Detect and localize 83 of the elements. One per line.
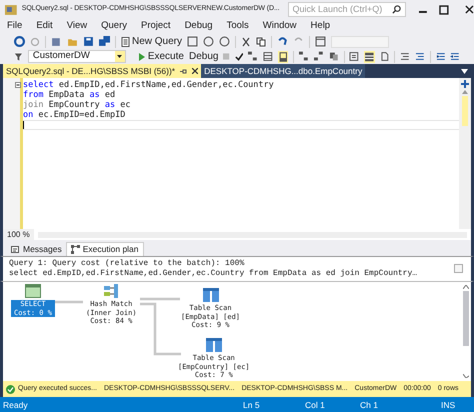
scrollbar-thumb[interactable] — [462, 96, 468, 126]
table-scan-icon — [206, 338, 222, 352]
status-char: Ch 1 — [360, 399, 378, 412]
success-check-icon — [6, 384, 15, 394]
status-state: Ready — [3, 399, 28, 412]
maximize-icon[interactable] — [439, 4, 450, 14]
document-tab[interactable]: SQLQuery2.sql - DE...HG\SBSS MSBI (56))* — [3, 64, 202, 78]
query-text: select ed.EmpID,ed.FirstName,ed.Gender,ec.Country from EmpData as ed join EmpCountry… — [9, 269, 418, 279]
new-query-button[interactable]: New Query — [121, 34, 182, 49]
new-project-icon[interactable] — [51, 36, 62, 47]
copy-icon[interactable] — [328, 51, 339, 62]
quick-launch-field[interactable]: Quick Launch (Ctrl+Q) — [288, 2, 406, 17]
document-icon — [121, 36, 130, 46]
hash-match-icon — [103, 284, 120, 298]
grid-results-icon[interactable] — [364, 50, 375, 62]
results-pane-icon[interactable] — [278, 50, 288, 62]
plan-icon[interactable] — [314, 51, 324, 62]
save-icon[interactable] — [83, 36, 94, 47]
indent-icon[interactable] — [436, 51, 446, 62]
menu-item[interactable]: Help — [310, 19, 330, 34]
code-line: on ec.EmpID=ed.EmpID — [23, 110, 126, 120]
query-text: Query 1: Query cost (relative to the batch): 100% — [9, 259, 246, 269]
close-icon[interactable] — [465, 5, 474, 14]
menu-item[interactable]: Window — [262, 19, 297, 34]
menu-item[interactable]: Tools — [226, 19, 249, 34]
filter-icon[interactable] — [14, 52, 23, 62]
search-icon — [392, 5, 400, 14]
execute-button[interactable]: Execute — [138, 49, 184, 64]
pin-icon[interactable] — [180, 68, 188, 74]
uncomment-icon[interactable] — [415, 51, 425, 62]
select-icon — [24, 284, 41, 298]
collapse-icon[interactable] — [15, 82, 21, 88]
messages-icon — [11, 244, 20, 254]
code-line: join EmpCountry as ec — [23, 100, 131, 110]
connector-line — [55, 300, 83, 304]
outdent-icon[interactable] — [450, 51, 460, 62]
status-column: Col 1 — [305, 399, 325, 412]
connector-line — [140, 298, 180, 300]
play-icon — [138, 52, 145, 60]
menu-item[interactable]: Project — [140, 19, 171, 34]
scroll-down-icon[interactable] — [463, 374, 469, 378]
app-logo-icon — [4, 2, 18, 16]
menu-item[interactable]: File — [7, 19, 22, 34]
query-icon[interactable] — [219, 36, 230, 47]
file-results-icon[interactable] — [380, 51, 390, 62]
comment-icon[interactable] — [400, 51, 410, 62]
back-icon[interactable] — [14, 36, 25, 47]
plan-icon[interactable] — [248, 51, 258, 62]
plan-icon[interactable] — [299, 51, 310, 62]
connector-line — [140, 302, 181, 356]
menu-item[interactable]: Query — [101, 19, 127, 34]
menu-item[interactable]: View — [66, 19, 88, 34]
tab-list-caret-icon[interactable] — [461, 68, 468, 74]
status-mode: INS — [441, 399, 456, 412]
code-line: select ed.EmpID,ed.FirstName,ed.Gender,ec.Country — [23, 80, 274, 90]
undo-icon[interactable] — [277, 36, 288, 47]
status-line: Ln 5 — [243, 399, 260, 412]
checkmark-icon[interactable] — [234, 52, 244, 62]
copy-icon[interactable] — [256, 36, 266, 46]
split-plus-icon[interactable] — [461, 80, 469, 88]
dropdown-caret-icon — [117, 55, 122, 58]
document-tab[interactable]: DESKTOP-CDMHSHG...dbo.EmpCountry — [201, 64, 366, 78]
close-icon[interactable] — [192, 68, 198, 74]
text-cursor — [23, 121, 24, 129]
scrollbar-thumb[interactable] — [463, 291, 469, 346]
window-icon[interactable] — [315, 36, 326, 47]
code-line: from EmpData as ed — [23, 90, 116, 100]
menu-item[interactable]: Edit — [36, 19, 53, 34]
database-dropdown[interactable]: CustomerDW — [28, 50, 126, 63]
text-results-icon[interactable] — [349, 51, 360, 62]
save-all-icon[interactable] — [99, 36, 110, 47]
grid-icon[interactable] — [263, 51, 273, 62]
query-icon[interactable] — [203, 36, 214, 47]
results-tab[interactable]: Execution plan — [66, 242, 144, 256]
query-icon[interactable] — [187, 36, 198, 47]
cut-icon[interactable] — [241, 36, 252, 46]
zoom-dropdown[interactable]: 100 % — [3, 228, 34, 240]
scroll-up-icon[interactable] — [463, 285, 469, 289]
debug-button[interactable]: Debug — [188, 49, 218, 64]
menu-item[interactable]: Debug — [184, 19, 213, 34]
table-scan-icon — [202, 288, 218, 302]
results-tab[interactable]: Messages — [9, 242, 64, 256]
plan-icon — [70, 245, 80, 254]
